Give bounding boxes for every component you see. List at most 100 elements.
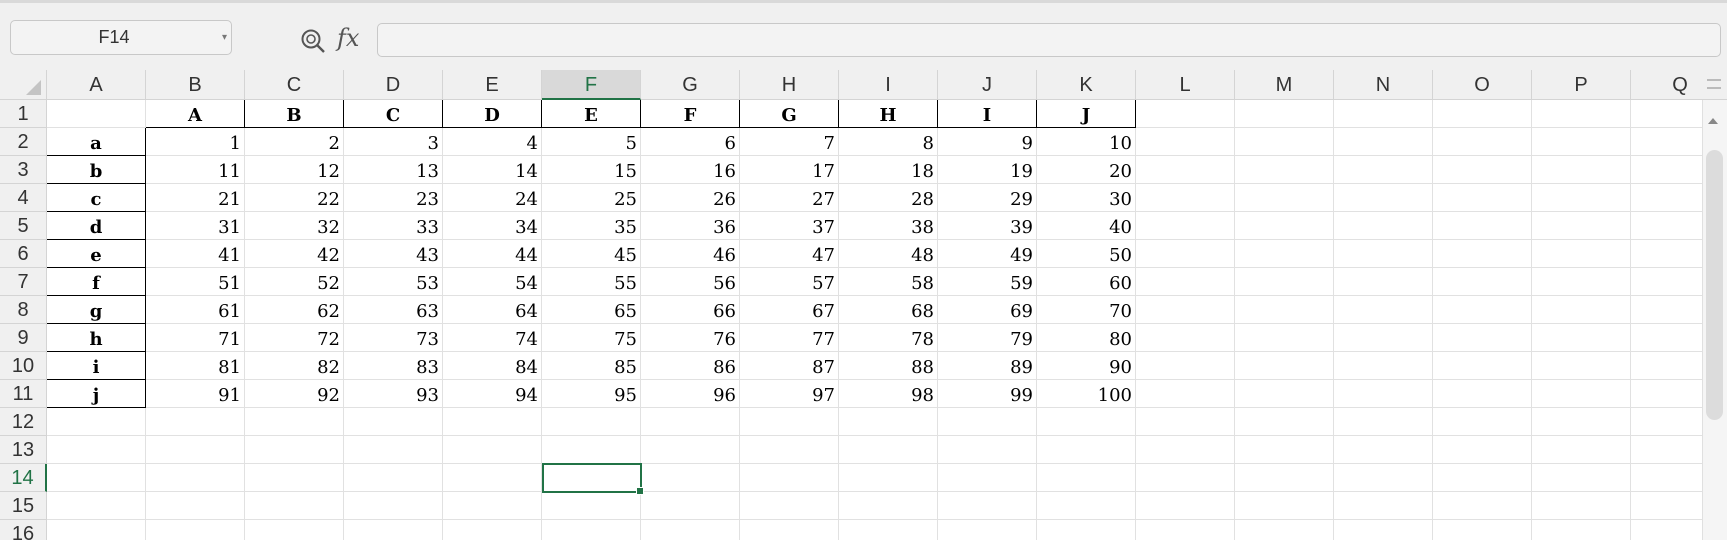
table-value-cell[interactable]: 41 (146, 240, 245, 268)
table-value-cell[interactable]: 40 (1037, 212, 1136, 240)
table-value-cell[interactable]: 18 (839, 156, 938, 184)
table-value-cell[interactable]: 82 (245, 352, 344, 380)
cell-n15[interactable] (1334, 492, 1433, 520)
chevron-down-icon[interactable]: ▾ (222, 21, 227, 54)
table-value-cell[interactable]: 91 (146, 380, 245, 408)
table-value-cell[interactable]: 22 (245, 184, 344, 212)
row-header-15[interactable]: 15 (0, 492, 47, 520)
cell-c13[interactable] (245, 436, 344, 464)
cell-l1[interactable] (1136, 100, 1235, 128)
table-row-label[interactable]: a (47, 128, 146, 156)
table-value-cell[interactable]: 98 (839, 380, 938, 408)
column-header-d[interactable]: D (344, 70, 443, 100)
cell-j16[interactable] (938, 520, 1037, 540)
cell-m11[interactable] (1235, 380, 1334, 408)
cell-l5[interactable] (1136, 212, 1235, 240)
column-header-a[interactable]: A (47, 70, 146, 100)
row-header-8[interactable]: 8 (0, 296, 47, 324)
table-value-cell[interactable]: 46 (641, 240, 740, 268)
cell-l10[interactable] (1136, 352, 1235, 380)
cell-g16[interactable] (641, 520, 740, 540)
table-value-cell[interactable]: 11 (146, 156, 245, 184)
table-row-label[interactable]: d (47, 212, 146, 240)
table-value-cell[interactable]: 21 (146, 184, 245, 212)
table-value-cell[interactable]: 85 (542, 352, 641, 380)
cell-l11[interactable] (1136, 380, 1235, 408)
table-value-cell[interactable]: 70 (1037, 296, 1136, 324)
cell-j15[interactable] (938, 492, 1037, 520)
cell-d15[interactable] (344, 492, 443, 520)
row-header-9[interactable]: 9 (0, 324, 47, 352)
table-value-cell[interactable]: 15 (542, 156, 641, 184)
cell-b13[interactable] (146, 436, 245, 464)
cell-m2[interactable] (1235, 128, 1334, 156)
cell-m1[interactable] (1235, 100, 1334, 128)
cell-o10[interactable] (1433, 352, 1532, 380)
cell-i13[interactable] (839, 436, 938, 464)
vertical-scrollbar[interactable] (1702, 100, 1727, 540)
table-value-cell[interactable]: 78 (839, 324, 938, 352)
table-header-cell[interactable]: G (740, 100, 839, 128)
row-header-11[interactable]: 11 (0, 380, 47, 408)
table-value-cell[interactable]: 55 (542, 268, 641, 296)
table-value-cell[interactable]: 4 (443, 128, 542, 156)
cell-l13[interactable] (1136, 436, 1235, 464)
table-value-cell[interactable]: 26 (641, 184, 740, 212)
cell-p8[interactable] (1532, 296, 1631, 324)
cell-p16[interactable] (1532, 520, 1631, 540)
cell-a14[interactable] (47, 464, 146, 492)
cell-m4[interactable] (1235, 184, 1334, 212)
table-value-cell[interactable]: 76 (641, 324, 740, 352)
row-header-6[interactable]: 6 (0, 240, 47, 268)
table-header-cell[interactable]: C (344, 100, 443, 128)
name-box[interactable]: F14 ▾ (10, 20, 232, 55)
cell-n6[interactable] (1334, 240, 1433, 268)
cell-o16[interactable] (1433, 520, 1532, 540)
table-value-cell[interactable]: 19 (938, 156, 1037, 184)
cell-g12[interactable] (641, 408, 740, 436)
table-value-cell[interactable]: 47 (740, 240, 839, 268)
table-value-cell[interactable]: 92 (245, 380, 344, 408)
cell-j14[interactable] (938, 464, 1037, 492)
cell-o3[interactable] (1433, 156, 1532, 184)
cell-o1[interactable] (1433, 100, 1532, 128)
cell-k14[interactable] (1037, 464, 1136, 492)
table-value-cell[interactable]: 32 (245, 212, 344, 240)
cell-e12[interactable] (443, 408, 542, 436)
table-value-cell[interactable]: 6 (641, 128, 740, 156)
cell-o9[interactable] (1433, 324, 1532, 352)
cell-n8[interactable] (1334, 296, 1433, 324)
table-header-cell[interactable]: E (542, 100, 641, 128)
cell-k12[interactable] (1037, 408, 1136, 436)
table-value-cell[interactable]: 56 (641, 268, 740, 296)
cell-m13[interactable] (1235, 436, 1334, 464)
cell-o7[interactable] (1433, 268, 1532, 296)
row-header-5[interactable]: 5 (0, 212, 47, 240)
cell-o6[interactable] (1433, 240, 1532, 268)
table-value-cell[interactable]: 57 (740, 268, 839, 296)
cell-p3[interactable] (1532, 156, 1631, 184)
table-value-cell[interactable]: 74 (443, 324, 542, 352)
cell-m14[interactable] (1235, 464, 1334, 492)
table-value-cell[interactable]: 90 (1037, 352, 1136, 380)
table-value-cell[interactable]: 37 (740, 212, 839, 240)
select-all-icon[interactable] (0, 70, 47, 100)
table-value-cell[interactable]: 68 (839, 296, 938, 324)
table-value-cell[interactable]: 5 (542, 128, 641, 156)
table-value-cell[interactable]: 39 (938, 212, 1037, 240)
table-value-cell[interactable]: 51 (146, 268, 245, 296)
table-header-cell[interactable]: J (1037, 100, 1136, 128)
table-value-cell[interactable]: 97 (740, 380, 839, 408)
cell-i14[interactable] (839, 464, 938, 492)
cell-n4[interactable] (1334, 184, 1433, 212)
cell-m9[interactable] (1235, 324, 1334, 352)
cell-l8[interactable] (1136, 296, 1235, 324)
cell-o4[interactable] (1433, 184, 1532, 212)
table-value-cell[interactable]: 14 (443, 156, 542, 184)
cell-o13[interactable] (1433, 436, 1532, 464)
cell-b14[interactable] (146, 464, 245, 492)
table-value-cell[interactable]: 93 (344, 380, 443, 408)
table-value-cell[interactable]: 66 (641, 296, 740, 324)
cell-d14[interactable] (344, 464, 443, 492)
cell-a13[interactable] (47, 436, 146, 464)
